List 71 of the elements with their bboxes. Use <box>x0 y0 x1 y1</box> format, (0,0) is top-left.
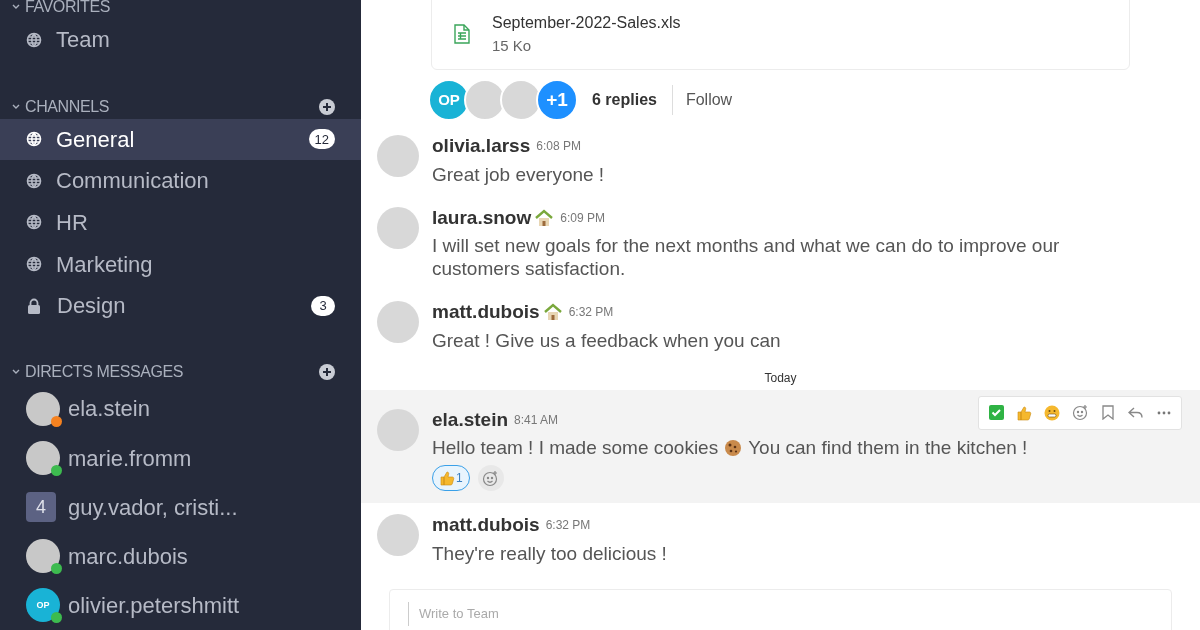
smiley-plus-icon <box>1071 404 1089 421</box>
plus-icon <box>319 98 335 115</box>
reply-count[interactable]: 6 replies <box>592 85 673 115</box>
message-time: 8:41 AM <box>514 411 559 429</box>
globe-icon <box>26 31 42 48</box>
thumbs-up-icon <box>439 470 455 486</box>
message-text: They're really too delicious ! <box>432 541 667 565</box>
globe-icon <box>26 131 42 148</box>
sidebar-item[interactable]: Team <box>0 19 361 61</box>
sidebar-item[interactable]: ela.stein <box>0 384 361 434</box>
more-participants-badge: +1 <box>536 79 578 121</box>
globe-icon <box>26 214 42 231</box>
author-name[interactable]: laura.snow <box>432 203 532 232</box>
section-heading[interactable]: DIRECTS MESSAGES <box>25 360 184 385</box>
author-name[interactable]: olivia.larss <box>432 132 531 161</box>
sidebar-item[interactable]: Design 3 <box>0 284 361 327</box>
avatar <box>377 408 419 451</box>
add-reaction-button[interactable] <box>477 465 504 491</box>
avatar <box>377 206 419 249</box>
plus-icon <box>319 364 335 381</box>
cookie-icon <box>724 438 743 457</box>
avatar <box>377 135 419 177</box>
add-button[interactable] <box>319 364 335 381</box>
sidebar-item[interactable]: Communication <box>0 160 361 202</box>
message-text: Hello team ! I made some cookies <box>432 436 719 459</box>
sidebar-item[interactable]: 4 guy.vador, cristi... <box>0 482 361 532</box>
chevron-icon <box>12 369 20 376</box>
globe-icon <box>26 172 42 189</box>
initials-avatar: OP <box>26 588 60 623</box>
sidebar-item[interactable]: HR <box>0 201 361 244</box>
reaction-button[interactable]: 1 <box>432 465 470 491</box>
file-size: 15 Ko <box>492 35 533 56</box>
member-count: 4 <box>26 492 56 523</box>
message-text: Great job everyone ! <box>432 162 605 186</box>
avatar <box>377 301 419 343</box>
sidebar-item[interactable]: OP olivier.petershmitt <box>0 580 361 630</box>
sidebar-item[interactable]: General 12 <box>0 118 361 161</box>
globe-icon <box>26 256 42 273</box>
author-name[interactable]: matt.dubois <box>432 298 540 327</box>
thumbs-up-icon <box>1016 404 1032 421</box>
file-name: September-2022-Sales.xls <box>492 12 681 33</box>
check-box-icon <box>988 405 1004 420</box>
sidebar-item[interactable]: Marketing <box>0 243 361 285</box>
author-name[interactable]: matt.dubois <box>432 511 540 540</box>
message-time: 6:32 PM <box>568 304 614 322</box>
spreadsheet-file-icon <box>454 24 470 44</box>
more-icon <box>1157 410 1171 415</box>
grinning-face-icon <box>1044 404 1060 421</box>
avatar <box>377 514 419 556</box>
sidebar-item[interactable]: marie.fromm <box>0 433 361 483</box>
chevron-icon <box>12 103 20 110</box>
section-heading[interactable]: FAVORITES <box>25 0 110 19</box>
unread-badge: 3 <box>311 295 335 316</box>
chevron-icon <box>12 4 20 10</box>
message-time: 6:32 PM <box>545 517 591 535</box>
section-heading[interactable]: CHANNELS <box>25 94 109 119</box>
bookmark-icon <box>1102 405 1114 420</box>
message-text: Great ! Give us a feedback when you can <box>432 328 781 352</box>
file-card[interactable]: September-2022-Sales.xls 15 Ko <box>431 0 1130 70</box>
lock-icon <box>27 297 41 314</box>
message-text: I will set new goals for the next months and what we can do to improve our customers satisfaction. <box>432 234 1061 280</box>
message-time: 6:08 PM <box>536 138 581 156</box>
author-name[interactable]: ela.stein <box>432 405 509 434</box>
smiley-plus-icon <box>482 469 500 487</box>
sidebar-item[interactable]: marc.dubois <box>0 531 361 581</box>
unread-badge: 12 <box>308 129 335 150</box>
message-text: You can find them in the kitchen ! <box>748 436 1028 459</box>
reply-icon <box>1128 406 1144 419</box>
message-time: 6:09 PM <box>560 209 605 227</box>
add-button[interactable] <box>319 98 335 115</box>
follow-link[interactable]: Follow <box>685 88 733 112</box>
